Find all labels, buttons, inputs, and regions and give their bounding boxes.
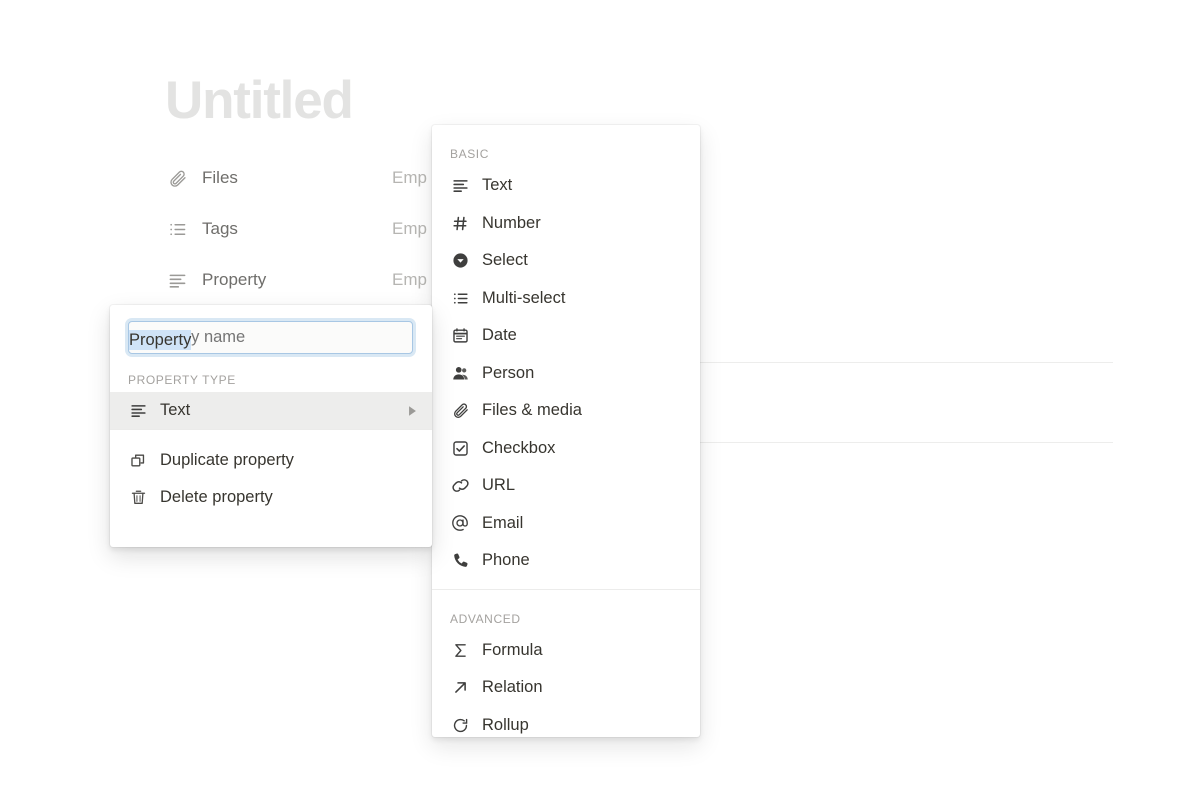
- property-name-field-wrapper: [110, 305, 432, 354]
- type-menu-item-phone[interactable]: Phone: [432, 542, 700, 580]
- type-menu-item-formula[interactable]: Formula: [432, 632, 700, 670]
- page-title: Untitled: [165, 71, 354, 130]
- delete-property-label: Delete property: [160, 488, 273, 506]
- current-property-type-label: Text: [160, 401, 191, 419]
- list-icon: [450, 288, 470, 308]
- property-type-section-label: PROPERTY TYPE: [128, 373, 236, 387]
- text-lines-icon: [450, 176, 470, 196]
- type-menu-item-number[interactable]: Number: [432, 205, 700, 243]
- type-menu-item-label: Number: [482, 213, 541, 232]
- type-menu-item-date[interactable]: Date: [432, 317, 700, 355]
- type-menu-item-label: Multi-select: [482, 288, 566, 307]
- type-menu-item-label: Files & media: [482, 401, 582, 420]
- content-divider: [700, 442, 1113, 443]
- list-icon: [168, 218, 194, 240]
- text-lines-icon: [128, 401, 148, 421]
- type-menu-item-files-media[interactable]: Files & media: [432, 392, 700, 430]
- type-menu-item-label: Person: [482, 363, 535, 382]
- type-menu-item-label: Rollup: [482, 715, 529, 734]
- type-menu-item-email[interactable]: Email: [432, 505, 700, 543]
- type-menu-item-label: Checkbox: [482, 438, 556, 457]
- property-editor-popover: PROPERTY TYPE Text Duplicate property: [110, 305, 432, 547]
- type-menu-item-label: Select: [482, 251, 528, 270]
- property-name-input[interactable]: [128, 321, 413, 354]
- hash-icon: [450, 213, 470, 233]
- page-property-value: Emp: [392, 168, 427, 187]
- type-menu-item-select[interactable]: Select: [432, 242, 700, 280]
- content-divider: [700, 362, 1113, 363]
- person-icon: [450, 363, 470, 383]
- triangle-right-icon: [407, 405, 418, 417]
- paperclip-icon: [450, 401, 470, 421]
- page-property-label: Tags: [202, 219, 238, 238]
- duplicate-property-label: Duplicate property: [160, 451, 294, 469]
- select-circle-icon: [450, 251, 470, 271]
- arrow-up-right-icon: [450, 678, 470, 698]
- page-property-label: Files: [202, 168, 238, 187]
- sigma-icon: [450, 640, 470, 660]
- type-menu-item-person[interactable]: Person: [432, 355, 700, 393]
- duplicate-property-button[interactable]: Duplicate property: [110, 442, 432, 479]
- type-menu-item-label: Formula: [482, 640, 543, 659]
- trash-icon: [128, 488, 148, 508]
- paperclip-icon: [168, 167, 194, 189]
- type-menu-item-label: URL: [482, 476, 516, 495]
- type-menu-item-multi-select[interactable]: Multi-select: [432, 280, 700, 318]
- type-menu-item-url[interactable]: URL: [432, 467, 700, 505]
- property-type-menu: BASIC Text Number Select Multi-select Da…: [432, 125, 700, 737]
- type-menu-item-relation[interactable]: Relation: [432, 669, 700, 707]
- type-menu-item-rollup[interactable]: Rollup: [432, 707, 700, 738]
- menu-divider: [432, 588, 700, 590]
- type-menu-item-label: Text: [482, 176, 513, 195]
- type-menu-item-label: Phone: [482, 551, 530, 570]
- calendar-icon: [450, 326, 470, 346]
- menu-section-label-advanced: ADVANCED: [450, 611, 521, 626]
- page-property-value: Emp: [392, 270, 427, 289]
- page-property-label: Property: [202, 270, 267, 289]
- app-root: Untitled Files Emp Tags Emp Property Emp…: [0, 0, 1200, 808]
- text-lines-icon: [168, 269, 194, 291]
- rollup-icon: [450, 715, 470, 735]
- property-actions-group: Duplicate property Delete property: [110, 430, 432, 516]
- current-property-type-row[interactable]: Text: [110, 392, 432, 429]
- type-menu-item-label: Email: [482, 513, 524, 532]
- type-menu-item-label: Date: [482, 326, 517, 345]
- duplicate-icon: [128, 451, 148, 471]
- phone-icon: [450, 551, 470, 571]
- at-icon: [450, 513, 470, 533]
- type-menu-item-checkbox[interactable]: Checkbox: [432, 430, 700, 468]
- link-icon: [450, 476, 470, 496]
- menu-section-label-basic: BASIC: [450, 147, 490, 161]
- type-menu-item-text[interactable]: Text: [432, 167, 700, 205]
- delete-property-button[interactable]: Delete property: [110, 479, 432, 516]
- checkbox-icon: [450, 438, 470, 458]
- page-property-value: Emp: [392, 219, 427, 238]
- type-menu-item-label: Relation: [482, 678, 543, 697]
